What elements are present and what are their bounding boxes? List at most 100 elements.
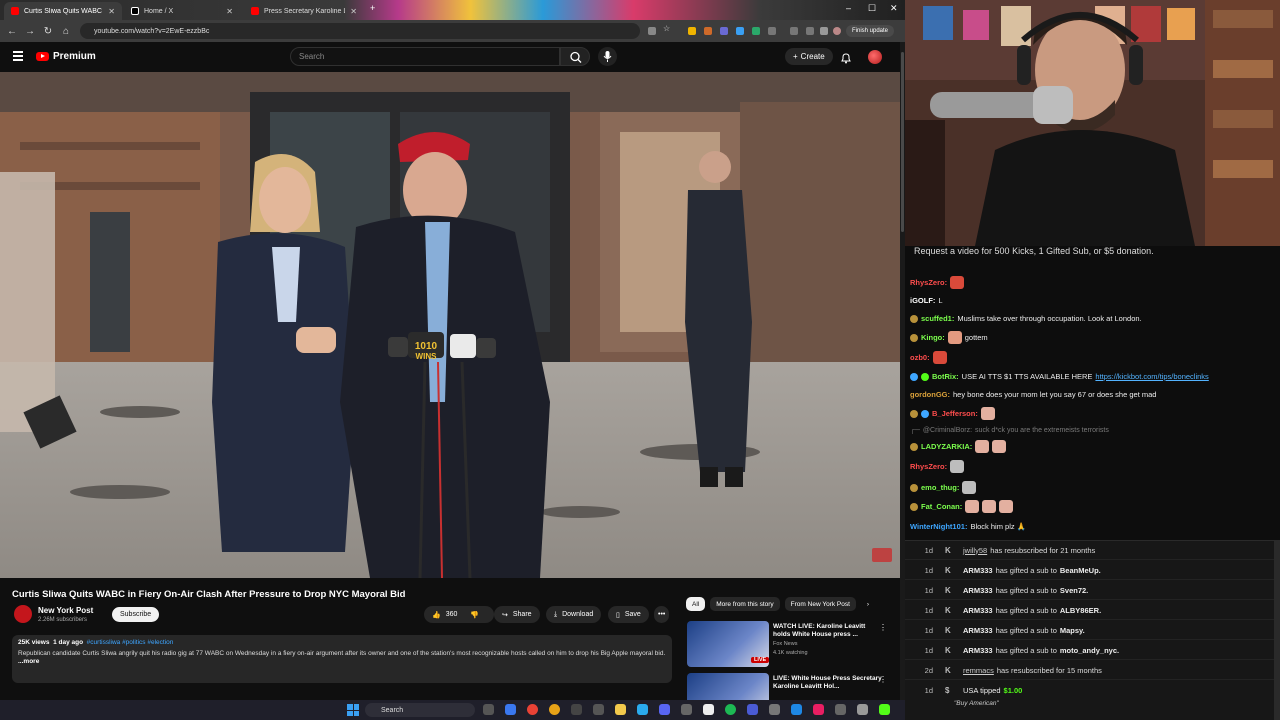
extension-icon[interactable] (752, 27, 760, 35)
minimize-icon[interactable]: – (846, 3, 851, 13)
chrome-alt-icon[interactable] (549, 704, 560, 715)
thumbs-up-icon[interactable]: 👍 (432, 611, 441, 619)
more-actions-button[interactable]: ••• (654, 606, 670, 623)
chat-link[interactable]: https://kickbot.com/tips/boneclinks (1095, 372, 1208, 381)
tab-press-secretary[interactable]: Press Secretary Karoline Leavitt ✕ (244, 2, 364, 20)
reload-icon[interactable]: ↻ (39, 26, 57, 37)
sidebar-icon[interactable] (790, 27, 798, 35)
chat-username[interactable]: B_Jefferson: (932, 409, 978, 418)
voice-search-button[interactable] (598, 47, 617, 66)
channel-name[interactable]: New York Post (38, 606, 93, 615)
finish-update-button[interactable]: Finish update (846, 25, 895, 37)
video-player[interactable]: 1010 WINS (0, 72, 900, 578)
taskbar-search[interactable]: Search (365, 703, 475, 717)
chat-username[interactable]: ozb0: (910, 353, 930, 362)
new-tab-icon[interactable]: + (370, 3, 375, 13)
chrome-icon[interactable] (527, 704, 538, 715)
channel-avatar[interactable] (14, 605, 32, 623)
cast-icon[interactable] (820, 27, 828, 35)
share-button[interactable]: ↪ Share (494, 606, 540, 623)
event-user[interactable]: remmacs (963, 666, 994, 675)
event-user[interactable]: ARM333 (963, 566, 993, 575)
thumbs-down-icon[interactable]: 👎 (470, 611, 479, 619)
app-icon[interactable] (571, 704, 582, 715)
chat-username[interactable]: Kingo: (921, 333, 945, 342)
forward-icon[interactable]: → (21, 26, 39, 37)
task-view-icon[interactable] (483, 704, 494, 715)
chat-username[interactable]: iGOLF: (910, 296, 935, 305)
close-tab-icon[interactable]: ✕ (108, 7, 115, 16)
spotify-icon[interactable] (725, 704, 736, 715)
discord-icon[interactable] (659, 704, 670, 715)
home-icon[interactable]: ⌂ (57, 26, 75, 37)
kick-icon[interactable] (879, 704, 890, 715)
tab-home-x[interactable]: Home / X ✕ (124, 2, 240, 20)
event-user[interactable]: ARM333 (963, 646, 993, 655)
maximize-icon[interactable]: ☐ (868, 3, 876, 14)
back-icon[interactable]: ← (3, 26, 21, 37)
chip-all[interactable]: All (686, 597, 706, 611)
chat-username[interactable]: WinterNight101: (910, 522, 967, 531)
app-icon[interactable] (835, 704, 846, 715)
extension-icon[interactable] (688, 27, 696, 35)
recommended-video[interactable]: LIVE: White House Press Secretary Karoli… (687, 673, 892, 700)
downloads-icon[interactable] (806, 27, 814, 35)
menu-icon[interactable] (13, 51, 23, 61)
download-button[interactable]: ⤓ Download (546, 606, 602, 623)
install-icon[interactable] (648, 27, 656, 35)
tab-curtis-sliwa[interactable]: Curtis Sliwa Quits WABC in Fie ✕ (4, 2, 122, 20)
search-button[interactable] (560, 47, 590, 66)
reply-username[interactable]: @CriminalBorz: (923, 427, 972, 434)
chat-username[interactable]: RhysZero: (910, 462, 947, 471)
event-user[interactable]: jwilly58 (963, 546, 987, 555)
save-button[interactable]: ▯ Save (608, 606, 649, 623)
events-scrollbar[interactable] (1274, 541, 1280, 720)
chip-more-from-story[interactable]: More from this story (710, 597, 780, 611)
app-icon[interactable] (857, 704, 868, 715)
chevron-right-icon[interactable]: › (861, 597, 875, 611)
recommended-title[interactable]: LIVE: White House Press Secretary Karoli… (773, 675, 883, 691)
more-vert-icon[interactable]: ⋮ (879, 623, 887, 632)
close-tab-icon[interactable]: ✕ (226, 7, 233, 16)
close-tab-icon[interactable]: ✕ (350, 7, 357, 16)
extension-icon[interactable] (720, 27, 728, 35)
event-user[interactable]: USA tipped (963, 686, 1001, 695)
extensions-puzzle-icon[interactable] (768, 27, 776, 35)
chat-username[interactable]: LADYZARKIA: (921, 442, 972, 451)
telegram-icon[interactable] (637, 704, 648, 715)
app-icon[interactable] (813, 704, 824, 715)
youtube-logo[interactable]: Premium (36, 51, 96, 62)
create-button[interactable]: + Create (785, 48, 833, 65)
app-icon[interactable] (769, 704, 780, 715)
hashtags[interactable]: #curtissliwa #politics #election (87, 639, 174, 646)
notifications-bell-icon[interactable] (840, 51, 852, 64)
windows-start-icon[interactable] (347, 704, 359, 716)
video-thumbnail[interactable] (687, 673, 769, 700)
event-user[interactable]: ARM333 (963, 626, 993, 635)
account-avatar[interactable] (868, 50, 882, 64)
recommended-title[interactable]: WATCH LIVE: Karoline Leavitt holds White… (773, 623, 883, 639)
subscribe-button[interactable]: Subscribe (112, 607, 160, 622)
close-window-icon[interactable]: ✕ (890, 3, 898, 14)
chat-username[interactable]: RhysZero: (910, 278, 947, 287)
profile-avatar-icon[interactable] (833, 27, 841, 35)
show-more-link[interactable]: ...more (18, 658, 666, 665)
notion-icon[interactable] (747, 704, 758, 715)
search-input[interactable]: Search (290, 47, 560, 66)
event-user[interactable]: ARM333 (963, 586, 993, 595)
chat-username[interactable]: scuffed1: (921, 314, 954, 323)
file-explorer-icon[interactable] (615, 704, 626, 715)
url-field[interactable]: youtube.com/watch?v=2EwE-ezzbBc (80, 23, 640, 39)
extension-icon[interactable] (736, 27, 744, 35)
app-icon[interactable] (681, 704, 692, 715)
extension-icon[interactable] (704, 27, 712, 35)
description-box[interactable]: 25K views 1 day ago #curtissliwa #politi… (12, 635, 672, 683)
chat-username[interactable]: emo_thug: (921, 483, 959, 492)
edge-icon[interactable] (505, 704, 516, 715)
event-user[interactable]: ARM333 (963, 606, 993, 615)
chat-username[interactable]: Fat_Conan: (921, 502, 962, 511)
chat-username[interactable]: gordonGG: (910, 390, 950, 399)
recommended-video[interactable]: LIVE WATCH LIVE: Karoline Leavitt holds … (687, 621, 892, 669)
app-icon[interactable] (593, 704, 604, 715)
star-icon[interactable]: ☆ (663, 24, 671, 33)
